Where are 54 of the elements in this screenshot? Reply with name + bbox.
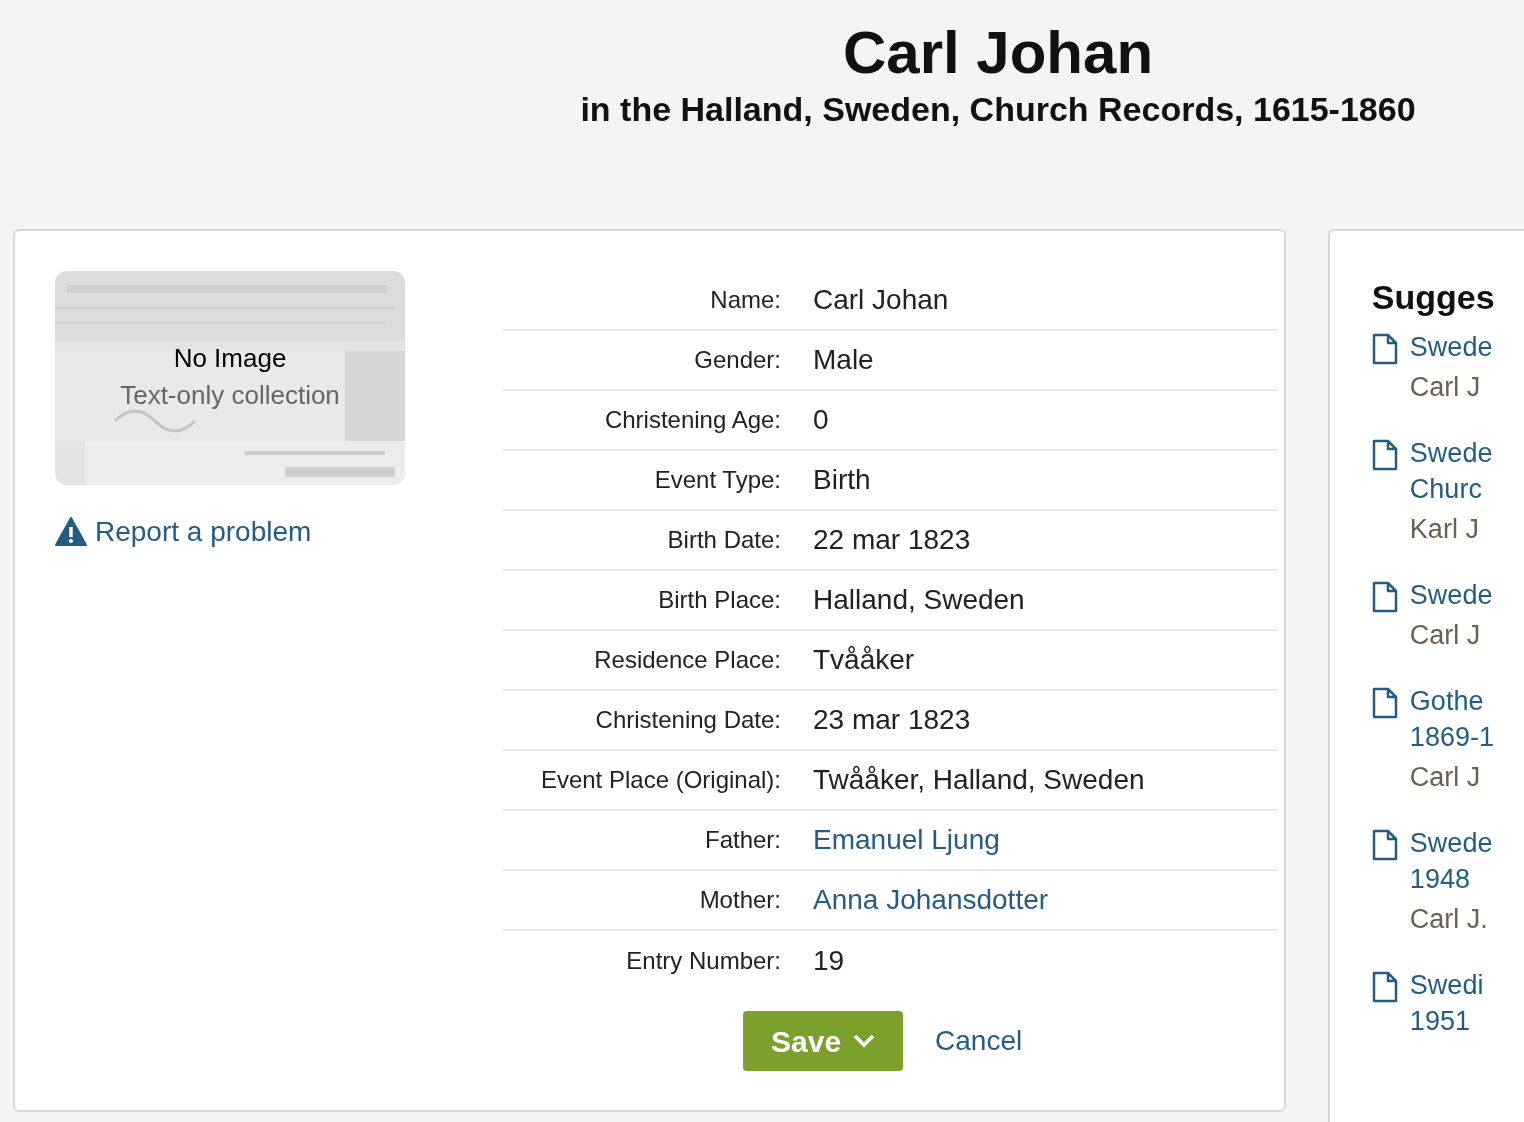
- field-value-link[interactable]: Emanuel Ljung: [813, 819, 1000, 861]
- field-label: Christening Date:: [594, 705, 781, 735]
- text-only-label: Text-only collection: [120, 379, 340, 412]
- field-value: 23 mar 1823: [813, 703, 971, 737]
- suggestion-person: Carl J: [1409, 761, 1482, 794]
- field-value: Carl Johan: [813, 283, 949, 317]
- field-value: Halland, Sweden: [813, 583, 1025, 617]
- field-label: Mother:: [698, 885, 781, 915]
- field-value: Birth: [813, 463, 871, 497]
- suggestion-link[interactable]: Swede: [1409, 329, 1493, 365]
- cancel-link[interactable]: Cancel: [935, 1020, 1023, 1062]
- suggestion-link[interactable]: 1948: [1409, 861, 1493, 897]
- field-label: Residence Place:: [593, 645, 781, 675]
- document-icon: [1371, 829, 1398, 861]
- no-image-label: No Image: [173, 342, 287, 375]
- field-label: Christening Age:: [603, 405, 781, 435]
- suggestion-link[interactable]: 1951: [1409, 1003, 1484, 1039]
- suggestion-link[interactable]: Swede: [1409, 825, 1493, 861]
- suggestion-link[interactable]: 1869-1: [1409, 719, 1494, 755]
- suggestion-person: Carl J.: [1409, 903, 1489, 936]
- field-label: Father:: [703, 825, 781, 855]
- suggestions-title: Sugges: [1371, 277, 1496, 318]
- field-value: 22 mar 1823: [813, 523, 971, 557]
- field-value: Male: [813, 343, 874, 377]
- field-label: Entry Number:: [625, 946, 781, 976]
- field-label: Birth Date:: [666, 525, 781, 555]
- page-subtitle: in the Halland, Sweden, Church Records, 1615-1860: [580, 89, 1416, 130]
- chevron-down-icon: [853, 1034, 876, 1048]
- document-icon: [1371, 439, 1398, 471]
- suggestion-link[interactable]: Swede: [1409, 435, 1493, 471]
- field-value: Twååker, Halland, Sweden: [813, 763, 1145, 797]
- warning-icon: [55, 517, 87, 547]
- suggestion-link[interactable]: Gothe: [1409, 683, 1494, 719]
- field-label: Gender:: [693, 345, 781, 375]
- field-value: 19: [813, 944, 845, 978]
- suggestion-person: Carl J: [1409, 371, 1482, 404]
- field-label: Event Type:: [653, 465, 781, 495]
- page-title: Carl Johan: [842, 18, 1154, 88]
- suggestion-person: Karl J: [1409, 513, 1480, 546]
- field-label: Birth Place:: [657, 585, 781, 615]
- field-value: Tvååker: [813, 643, 915, 677]
- suggestion-link[interactable]: Churc: [1409, 471, 1493, 507]
- document-icon: [1371, 333, 1398, 365]
- field-value-link[interactable]: Anna Johansdotter: [813, 879, 1049, 921]
- suggestion-person: Carl J: [1409, 619, 1482, 652]
- document-icon: [1371, 581, 1398, 613]
- field-label: Event Place (Original):: [539, 765, 781, 795]
- field-value: 0: [813, 403, 829, 437]
- suggestion-link[interactable]: Swedi: [1409, 967, 1484, 1003]
- suggestion-link[interactable]: Swede: [1409, 577, 1493, 613]
- document-icon: [1371, 687, 1398, 719]
- document-icon: [1371, 971, 1398, 1003]
- field-label: Name:: [709, 285, 781, 315]
- report-problem-link[interactable]: Report a problem: [55, 511, 503, 553]
